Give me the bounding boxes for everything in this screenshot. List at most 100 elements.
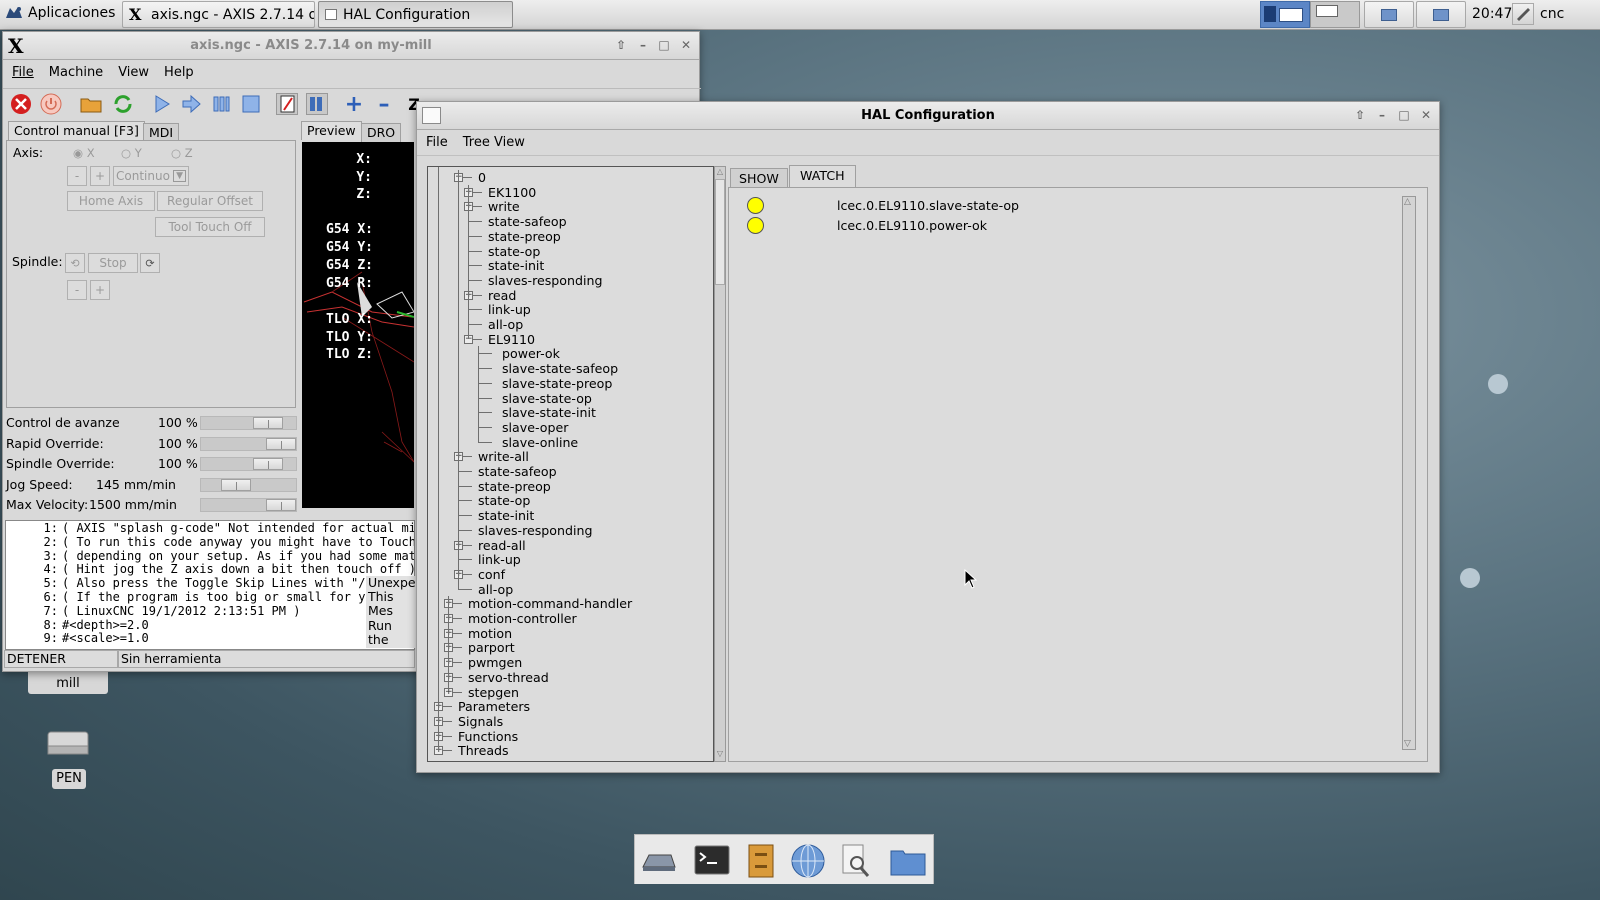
- tree-item[interactable]: slave-state-init: [502, 405, 596, 420]
- roll-up-icon[interactable]: ⇧: [614, 38, 628, 52]
- slider-thumb[interactable]: [266, 499, 296, 511]
- scroll-down-icon[interactable]: ▽: [1404, 739, 1411, 749]
- gcode-line[interactable]: 9: #<scale>=1.0: [6, 631, 149, 646]
- tree-item[interactable]: state-init: [478, 508, 534, 523]
- tree-item[interactable]: Parameters: [458, 699, 530, 714]
- tree-item[interactable]: slave-state-preop: [502, 376, 612, 391]
- spindle-cw-button[interactable]: ⟳: [140, 253, 160, 273]
- roll-up-icon[interactable]: ⇧: [1353, 108, 1367, 122]
- reload-icon[interactable]: [112, 93, 134, 115]
- slider-thumb[interactable]: [253, 458, 283, 470]
- tab-manual-control[interactable]: Control manual [F3]: [8, 121, 145, 140]
- jog-mode-select[interactable]: Continuo ▼: [113, 166, 189, 186]
- gcode-listing[interactable]: 1: ( AXIS "splash g-code" Not intended fo…: [5, 520, 415, 650]
- tree-item[interactable]: all-op: [478, 582, 513, 597]
- window-menu-icon[interactable]: [422, 107, 441, 124]
- tree-item[interactable]: power-ok: [502, 346, 560, 361]
- axis-radio-z[interactable]: ○ Z: [171, 146, 193, 160]
- tree-item[interactable]: conf: [478, 567, 505, 582]
- jog-plus-button[interactable]: +: [90, 166, 110, 186]
- workspace-2[interactable]: [1310, 1, 1360, 28]
- tree-scroll-thumb[interactable]: [715, 179, 725, 285]
- tree-item[interactable]: parport: [468, 640, 515, 655]
- tree-item[interactable]: state-op: [488, 244, 540, 259]
- file-cabinet-icon[interactable]: [743, 843, 781, 879]
- tree-item[interactable]: write: [488, 199, 520, 214]
- tab-preview[interactable]: Preview: [301, 121, 362, 140]
- tree-item[interactable]: Threads: [458, 743, 509, 758]
- regular-offset-button[interactable]: Regular Offset: [157, 191, 263, 211]
- gcode-line[interactable]: 8: #<depth>=2.0: [6, 618, 149, 633]
- gcode-line[interactable]: 7: ( LinuxCNC 19/1/2012 2:13:51 PM ): [6, 604, 301, 619]
- tree-item[interactable]: motion: [468, 626, 512, 641]
- scroll-up-icon[interactable]: △: [715, 167, 725, 179]
- watch-scrollbar[interactable]: △ ▽: [1402, 196, 1416, 750]
- show-desktop-button[interactable]: [1364, 1, 1414, 28]
- pause-icon[interactable]: [210, 93, 232, 115]
- jog-minus-button[interactable]: -: [67, 166, 87, 186]
- stop-icon[interactable]: [240, 93, 262, 115]
- menu-help[interactable]: Help: [164, 65, 194, 80]
- tree-item[interactable]: pwmgen: [468, 655, 522, 670]
- tree-item[interactable]: state-preop: [478, 479, 551, 494]
- tree-item[interactable]: slave-state-safeop: [502, 361, 618, 376]
- slider-thumb[interactable]: [253, 417, 283, 429]
- override-slider[interactable]: [200, 498, 297, 512]
- tree-item[interactable]: all-op: [488, 317, 523, 332]
- tree-item[interactable]: link-up: [488, 302, 531, 317]
- axis-radio-x[interactable]: ◉ X: [73, 146, 95, 160]
- watch-signal[interactable]: lcec.0.EL9110.power-ok: [837, 218, 987, 233]
- override-slider[interactable]: [200, 477, 297, 492]
- spindle-ccw-button[interactable]: ⟲: [65, 253, 85, 273]
- tree-item[interactable]: state-safeop: [478, 464, 557, 479]
- spindle-minus-button[interactable]: -: [67, 280, 87, 300]
- tree-item[interactable]: EL9110: [488, 332, 535, 347]
- hal-menu-tree-view[interactable]: Tree View: [463, 135, 525, 150]
- menu-file[interactable]: File: [12, 65, 34, 80]
- close-icon[interactable]: ✕: [679, 38, 693, 52]
- terminal-icon[interactable]: [693, 843, 731, 879]
- scroll-down-icon[interactable]: ▽: [715, 749, 725, 761]
- open-file-icon[interactable]: [80, 93, 102, 115]
- tree-item[interactable]: link-up: [478, 552, 521, 567]
- network-icon[interactable]: [1512, 3, 1534, 25]
- slider-thumb[interactable]: [221, 478, 251, 491]
- hal-titlebar[interactable]: HAL Configuration ⇧ – □ ✕: [417, 102, 1439, 130]
- tree-item[interactable]: servo-thread: [468, 670, 549, 685]
- override-slider[interactable]: [200, 457, 297, 471]
- maximize-icon[interactable]: □: [657, 38, 671, 52]
- tree-item[interactable]: motion-command-handler: [468, 596, 632, 611]
- tool-touch-off-button[interactable]: Tool Touch Off: [155, 217, 265, 237]
- override-slider[interactable]: [200, 416, 297, 430]
- estop-icon[interactable]: [10, 93, 32, 115]
- tree-item[interactable]: state-preop: [488, 229, 561, 244]
- gcode-line[interactable]: 6: ( If the program is too big or small f…: [6, 590, 380, 605]
- tree-item[interactable]: slave-online: [502, 435, 578, 450]
- optional-stop-icon[interactable]: [306, 93, 328, 115]
- axis-radio-y[interactable]: ○ Y: [121, 146, 142, 160]
- tree-item[interactable]: read: [488, 288, 516, 303]
- skip-lines-icon[interactable]: [276, 93, 298, 115]
- search-icon[interactable]: [837, 843, 875, 879]
- tree-item[interactable]: slave-state-op: [502, 391, 592, 406]
- drive-icon[interactable]: [46, 728, 90, 758]
- gcode-line[interactable]: 1: ( AXIS "splash g-code" Not intended fo…: [6, 521, 414, 536]
- hal-menu-file[interactable]: File: [426, 135, 448, 150]
- applications-menu[interactable]: Aplicaciones: [4, 4, 115, 22]
- home-axis-button[interactable]: Home Axis: [67, 191, 155, 211]
- tree-item[interactable]: state-op: [478, 493, 530, 508]
- watch-signal[interactable]: lcec.0.EL9110.slave-state-op: [837, 198, 1019, 213]
- preview-canvas[interactable]: X: Y: Z: G54 X: G54 Y: G54 Z: G54 R: TLO X: TLO …: [302, 142, 414, 508]
- maximize-icon[interactable]: □: [1397, 108, 1411, 122]
- tree-item[interactable]: write-all: [478, 449, 529, 464]
- gcode-line[interactable]: 5: ( Also press the Toggle Skip Lines wit…: [6, 576, 380, 591]
- zoom-out-icon[interactable]: –: [373, 92, 395, 117]
- tree-item[interactable]: stepgen: [468, 685, 519, 700]
- tree-item[interactable]: Signals: [458, 714, 503, 729]
- override-slider[interactable]: [200, 436, 297, 451]
- power-icon[interactable]: [40, 93, 62, 115]
- tree-item[interactable]: motion-controller: [468, 611, 577, 626]
- tab-show[interactable]: SHOW: [730, 168, 788, 188]
- tree-item[interactable]: EK1100: [488, 185, 536, 200]
- slider-thumb[interactable]: [266, 437, 296, 450]
